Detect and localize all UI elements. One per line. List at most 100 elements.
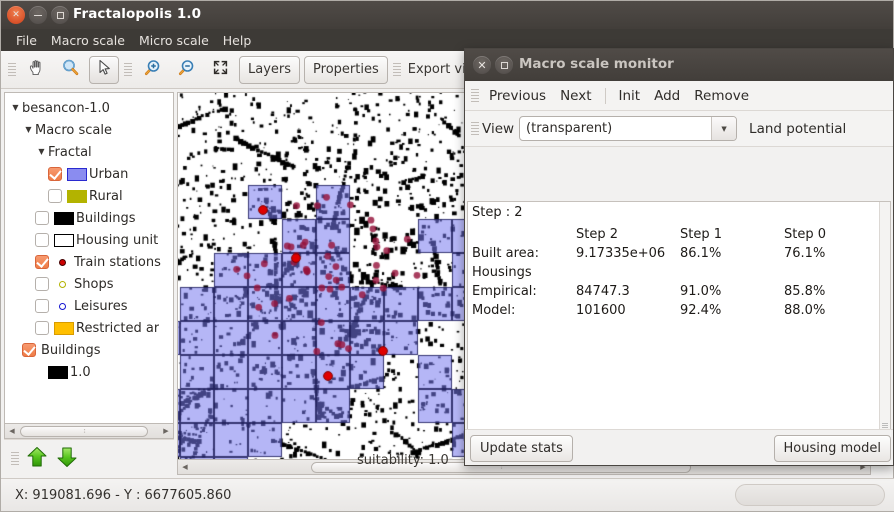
window-resize-grip[interactable] [735,484,885,506]
move-layer-down-button[interactable] [52,444,82,474]
built-area-step0: 76.1% [784,246,826,261]
layer-label: Rural [89,188,123,204]
layer-visibility-checkbox[interactable] [35,321,49,335]
housing-model-button[interactable]: Housing model [773,435,891,462]
view-toolbar-grip[interactable] [471,119,479,139]
land-potential-button[interactable]: Land potential [749,121,846,137]
layer-visibility-checkbox[interactable] [35,211,49,225]
maximize-window-button[interactable] [51,6,69,24]
point-marker-icon [58,302,66,310]
pan-tool-button[interactable] [21,56,51,84]
layer-tree-hscrollbar[interactable]: ◀ ▶ [4,424,174,439]
layers-sidebar: ▼ besancon-1.0 ▼ Macro scale ▼ Fractal Urban Ru… [4,92,174,477]
layer-actions-bar [4,439,174,477]
properties-button[interactable]: Properties [304,55,388,84]
layer-row-train-stations[interactable]: Train stations [5,251,173,273]
view-combobox[interactable]: (transparent) ▼ [519,116,738,141]
tree-expander-icon[interactable]: ▼ [9,104,22,112]
layer-label: Housing unit [76,232,159,248]
layer-visibility-checkbox[interactable] [35,277,49,291]
housings-step2 [576,263,680,282]
layer-label: 1.0 [70,364,91,380]
layer-visibility-checkbox[interactable] [22,343,36,357]
model-step1: 92.4% [680,303,722,318]
previous-button[interactable]: Previous [482,85,553,107]
remove-button[interactable]: Remove [687,85,756,107]
dialog-maximize-button[interactable] [495,56,513,74]
main-titlebar: ✕ Fractalopolis 1.0 [1,1,893,29]
close-icon: ✕ [477,58,487,72]
statistics-panel[interactable]: Step : 2 Step 2 Step 1 Step 0 Built area… [467,201,891,431]
col-header-step-2: Step 2 [576,227,619,242]
magnifier-icon [61,58,80,81]
init-button[interactable]: Init [612,85,648,107]
layer-row-urban[interactable]: Urban [5,163,173,185]
menu-file[interactable]: File [9,31,44,50]
layer-row-macro-scale[interactable]: ▼ Macro scale [5,119,173,141]
layer-row-buildings[interactable]: Buildings [5,339,173,361]
layer-row-fractal[interactable]: ▼ Fractal [5,141,173,163]
layer-row-restricted-ar[interactable]: Restricted ar [5,317,173,339]
layer-visibility-checkbox[interactable] [48,189,62,203]
menu-micro-scale[interactable]: Micro scale [132,31,216,50]
layer-label: Fractal [48,144,92,160]
layer-visibility-checkbox[interactable] [35,255,49,269]
housings-step0 [784,263,888,282]
toolbar-grip-1[interactable] [8,60,16,80]
close-window-button[interactable]: ✕ [7,6,25,24]
layer-visibility-checkbox[interactable] [35,233,49,247]
minimize-window-button[interactable] [29,6,47,24]
current-step-label: Step : 2 [472,205,523,220]
select-tool-button[interactable] [89,55,119,84]
macro-scale-monitor-dialog: ✕ Macro scale monitor Previous Next Init… [464,48,894,466]
next-button[interactable]: Next [553,85,598,107]
layer-visibility-checkbox[interactable] [35,299,49,313]
table-header-row: Step 2 Step 1 Step 0 [472,225,888,244]
dialog-close-button[interactable]: ✕ [473,56,491,74]
layer-row-housing-unit[interactable]: Housing unit [5,229,173,251]
update-stats-button[interactable]: Update stats [470,435,573,462]
scroll-right-icon[interactable]: ▶ [159,425,173,438]
toolbar-grip-2[interactable] [124,60,132,80]
layer-row-besancon-1-0[interactable]: ▼ besancon-1.0 [5,97,173,119]
hscroll-thumb[interactable] [20,425,148,437]
layer-row-leisures[interactable]: Leisures [5,295,173,317]
zoom-out-button[interactable] [171,56,201,84]
point-marker-icon [58,258,66,266]
map-suitability-label: suitability: 1.0 [357,453,449,468]
magnifier-minus-icon [177,58,196,81]
layer-actions-grip[interactable] [11,449,19,469]
map-scroll-left-icon[interactable]: ◀ [178,461,192,474]
close-icon: ✕ [12,9,20,20]
menu-macro-scale[interactable]: Macro scale [44,31,132,50]
layers-button[interactable]: Layers [239,55,301,84]
add-button[interactable]: Add [647,85,687,107]
layer-tree[interactable]: ▼ besancon-1.0 ▼ Macro scale ▼ Fractal Urban Ru… [4,92,174,424]
zoom-to-fit-button[interactable] [205,56,235,84]
built-area-step2: 9.17335e+06 [576,246,666,261]
layer-row-1-0[interactable]: 1.0 [5,361,173,383]
tree-expander-icon[interactable]: ▼ [35,148,48,156]
dialog-menubar-grip[interactable] [471,86,479,106]
chevron-down-icon[interactable]: ▼ [711,117,737,140]
statistics-vscrollbar[interactable] [879,202,890,430]
hscroll-track[interactable] [20,425,158,437]
view-combobox-value: (transparent) [526,121,613,136]
zoom-tool-button[interactable] [55,56,85,84]
statistics-content: Step : 2 Step 2 Step 1 Step 0 Built area… [468,202,890,320]
toolbar-grip-3[interactable] [392,60,401,80]
layer-row-buildings[interactable]: Buildings [5,207,173,229]
layer-row-shops[interactable]: Shops [5,273,173,295]
move-layer-up-button[interactable] [22,444,52,474]
col-header-blank [472,225,576,244]
layer-label: Buildings [76,210,136,226]
zoom-in-button[interactable] [137,56,167,84]
layer-label: Urban [89,166,129,182]
scroll-left-icon[interactable]: ◀ [5,425,19,438]
tree-expander-icon[interactable]: ▼ [22,126,35,134]
vscroll-grip [882,423,888,424]
layer-visibility-checkbox[interactable] [48,167,62,181]
menubar-separator [604,87,606,104]
menu-help[interactable]: Help [216,31,259,50]
layer-row-rural[interactable]: Rural [5,185,173,207]
